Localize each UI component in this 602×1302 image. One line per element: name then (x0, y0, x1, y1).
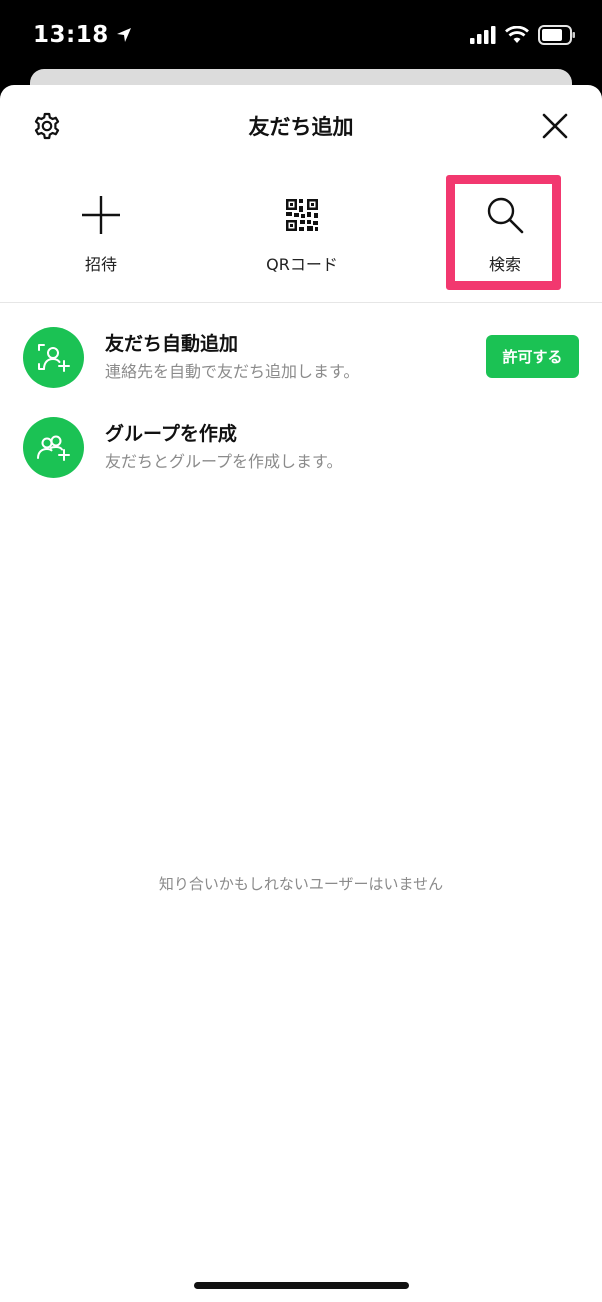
battery-icon (538, 25, 575, 45)
invite-label: 招待 (84, 255, 117, 274)
create-group-icon (36, 435, 70, 461)
create-group-row[interactable]: グループを作成 友だちとグループを作成します。 (0, 413, 602, 505)
invite-button[interactable]: 招待 (41, 177, 161, 289)
create-group-subtitle: 友だちとグループを作成します。 (105, 452, 343, 471)
page-title: 友だち追加 (248, 115, 354, 139)
auto-add-friends-row[interactable]: 友だち自動追加 連絡先を自動で友だち追加します。 許可する (0, 323, 602, 415)
create-group-title: グループを作成 (105, 423, 237, 445)
status-time: 13:18 (33, 22, 133, 48)
home-indicator[interactable] (194, 1282, 409, 1289)
add-friend-sheet: 友だち追加 招待 QRコード 検索 友だち自動追加 連絡先を自動で友だち追加しま… (0, 85, 602, 1302)
plus-icon (82, 196, 120, 234)
auto-add-friend-avatar (23, 327, 84, 388)
divider (0, 302, 602, 303)
status-bar: 13:18 (0, 0, 602, 70)
auto-add-friend-icon (37, 343, 70, 372)
status-time-text: 13:18 (33, 22, 109, 48)
header: 友だち追加 (0, 85, 602, 167)
auto-add-title: 友だち自動追加 (105, 333, 239, 355)
location-arrow-icon (116, 28, 131, 42)
auto-add-subtitle: 連絡先を自動で友だち追加します。 (105, 362, 360, 381)
create-group-avatar (23, 417, 84, 478)
search-highlight-box (446, 175, 561, 290)
signal-icon (470, 26, 496, 44)
allow-button[interactable]: 許可する (486, 335, 579, 378)
wifi-icon (505, 26, 529, 43)
status-indicators (470, 25, 576, 45)
close-icon[interactable] (541, 112, 569, 140)
qr-code-button[interactable]: QRコード (242, 177, 362, 289)
qr-code-label: QRコード (266, 255, 338, 274)
qr-code-icon (286, 199, 318, 231)
empty-state-message: 知り合いかもしれないユーザーはいません (158, 875, 444, 893)
